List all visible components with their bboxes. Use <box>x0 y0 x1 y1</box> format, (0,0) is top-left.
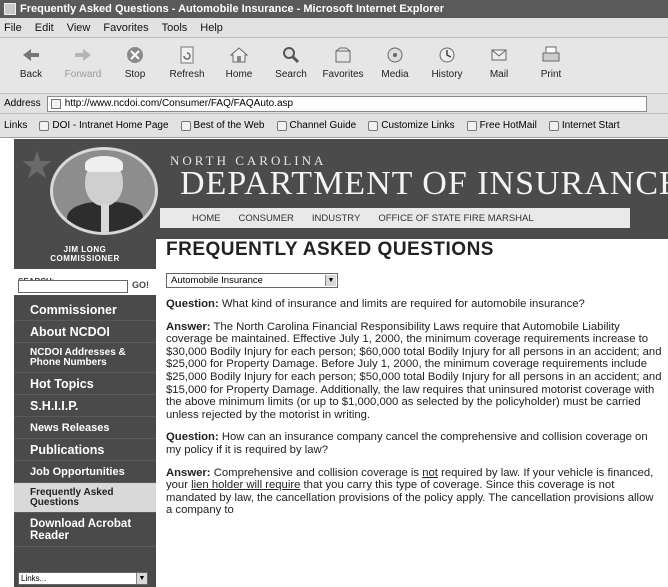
back-arrow-icon <box>20 44 42 66</box>
left-sidebar: JIM LONG COMMISSIONER SEARCH: GO! Commis… <box>14 239 156 587</box>
menu-favorites[interactable]: Favorites <box>103 22 148 34</box>
site-banner: ★ NORTH CAROLINA DEPARTMENT OF INSURANCE… <box>14 139 668 239</box>
links-dropdown[interactable]: Links... ▼ <box>18 572 148 585</box>
menu-bar: File Edit View Favorites Tools Help <box>0 18 668 38</box>
menu-view[interactable]: View <box>67 22 91 34</box>
page-title: FREQUENTLY ASKED QUESTIONS <box>166 239 494 260</box>
link-channel-guide[interactable]: Channel Guide <box>276 120 356 131</box>
search-icon <box>280 44 302 66</box>
sidebar-item-shiip[interactable]: S.H.I.I.P. <box>14 395 156 417</box>
link-page-icon <box>276 120 287 131</box>
link-page-icon <box>548 120 559 131</box>
link-page-icon <box>39 120 50 131</box>
forward-arrow-icon <box>72 44 94 66</box>
main-content: FREQUENTLY ASKED QUESTIONS Automobile In… <box>166 239 662 587</box>
sidebar-item-news[interactable]: News Releases <box>14 417 156 439</box>
stop-icon <box>124 44 146 66</box>
ie-icon <box>4 3 16 15</box>
links-label: Links <box>4 120 28 131</box>
sidebar-item-jobs[interactable]: Job Opportunities <box>14 461 156 483</box>
address-input[interactable]: http://www.ncdoi.com/Consumer/FAQ/FAQAut… <box>46 95 647 112</box>
address-url: http://www.ncdoi.com/Consumer/FAQ/FAQAut… <box>64 98 294 109</box>
history-icon <box>436 44 458 66</box>
faq-answer: Answer: Comprehensive and collision cove… <box>166 466 654 517</box>
search-input[interactable] <box>18 280 128 293</box>
sidebar-item-acrobat[interactable]: Download Acrobat Reader <box>14 513 156 547</box>
link-page-icon <box>466 120 477 131</box>
commissioner-portrait <box>50 147 158 235</box>
sidebar-item-addresses[interactable]: NCDOI Addresses & Phone Numbers <box>14 343 156 373</box>
commissioner-caption: JIM LONG COMMISSIONER <box>50 245 120 263</box>
topic-dropdown[interactable]: Automobile Insurance ▼ <box>166 273 338 288</box>
nav-consumer[interactable]: CONSUMER <box>239 213 294 224</box>
window-titlebar: Frequently Asked Questions - Automobile … <box>0 0 668 18</box>
site-search: SEARCH: GO! <box>14 269 156 295</box>
faq-question: Question: How can an insurance company c… <box>166 431 648 456</box>
forward-button[interactable]: Forward <box>60 44 106 80</box>
print-button[interactable]: Print <box>528 44 574 80</box>
menu-edit[interactable]: Edit <box>35 22 54 34</box>
nav-industry[interactable]: INDUSTRY <box>312 213 360 224</box>
menu-tools[interactable]: Tools <box>162 22 188 34</box>
link-internet-start[interactable]: Internet Start <box>548 120 620 131</box>
top-nav: HOME CONSUMER INDUSTRY OFFICE OF STATE F… <box>160 208 630 228</box>
sidebar-item-commissioner[interactable]: Commissioner <box>14 299 156 321</box>
star-decoration-icon: ★ <box>20 145 55 187</box>
nav-home[interactable]: HOME <box>192 213 221 224</box>
address-bar: Address http://www.ncdoi.com/Consumer/FA… <box>0 94 668 114</box>
sidebar-nav: Commissioner About NCDOI NCDOI Addresses… <box>14 295 156 547</box>
link-customize-links[interactable]: Customize Links <box>368 120 455 131</box>
lien-holder-link[interactable]: lien holder will require <box>191 479 300 491</box>
browser-toolbar: Back Forward Stop Refresh Home Search Fa… <box>0 38 668 94</box>
links-bar: Links DOI - Intranet Home Page Best of t… <box>0 114 668 138</box>
window-title: Frequently Asked Questions - Automobile … <box>20 3 444 15</box>
stop-button[interactable]: Stop <box>112 44 158 80</box>
chevron-down-icon: ▼ <box>136 573 147 584</box>
history-button[interactable]: History <box>424 44 470 80</box>
nav-fire-marshal[interactable]: OFFICE OF STATE FIRE MARSHAL <box>378 213 533 224</box>
sidebar-item-about[interactable]: About NCDOI <box>14 321 156 343</box>
home-icon <box>228 44 250 66</box>
faq-list: Question: What kind of insurance and lim… <box>166 298 662 517</box>
favorites-button[interactable]: Favorites <box>320 44 366 80</box>
faq-question: Question: What kind of insurance and lim… <box>166 298 585 310</box>
print-icon <box>540 44 562 66</box>
link-page-icon <box>368 120 379 131</box>
media-icon <box>384 44 406 66</box>
menu-file[interactable]: File <box>4 22 22 34</box>
home-button[interactable]: Home <box>216 44 262 80</box>
link-page-icon <box>180 120 191 131</box>
sidebar-item-faq[interactable]: Frequently Asked Questions <box>14 483 156 513</box>
menu-help[interactable]: Help <box>200 22 223 34</box>
refresh-icon <box>176 44 198 66</box>
department-name: DEPARTMENT OF INSURANCE <box>180 165 668 202</box>
back-button[interactable]: Back <box>8 44 54 80</box>
sidebar-item-publications[interactable]: Publications <box>14 439 156 461</box>
chevron-down-icon: ▼ <box>325 275 336 286</box>
address-label: Address <box>4 98 41 109</box>
link-free-hotmail[interactable]: Free HotMail <box>466 120 537 131</box>
link-best-of-web[interactable]: Best of the Web <box>180 120 265 131</box>
media-button[interactable]: Media <box>372 44 418 80</box>
sidebar-item-hot-topics[interactable]: Hot Topics <box>14 373 156 395</box>
page-icon <box>50 98 61 109</box>
mail-icon <box>488 44 510 66</box>
refresh-button[interactable]: Refresh <box>164 44 210 80</box>
search-go-button[interactable]: GO! <box>132 280 149 290</box>
search-button[interactable]: Search <box>268 44 314 80</box>
mail-button[interactable]: Mail <box>476 44 522 80</box>
faq-answer: Answer: The North Carolina Financial Res… <box>166 320 662 421</box>
favorites-icon <box>332 44 354 66</box>
link-intranet-home[interactable]: DOI - Intranet Home Page <box>39 120 169 131</box>
